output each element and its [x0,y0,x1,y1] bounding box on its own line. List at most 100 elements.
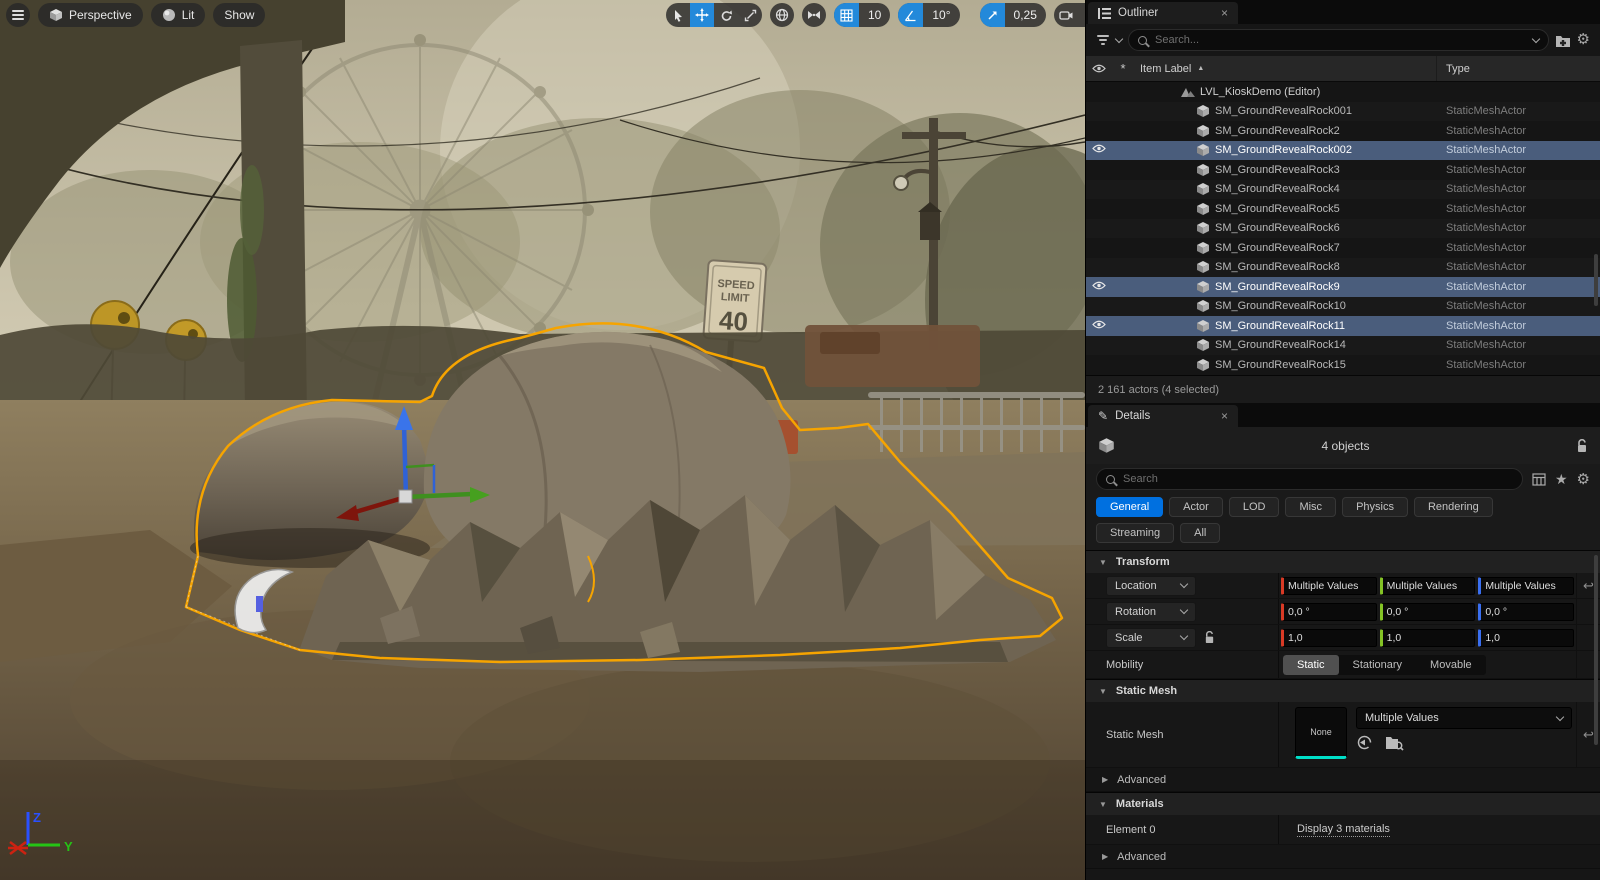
outliner-actor-row[interactable]: SM_GroundRevealRock14 StaticMeshActor [1086,336,1600,356]
outliner-actor-row[interactable]: SM_GroundRevealRock6 StaticMeshActor [1086,219,1600,239]
outliner-actor-row[interactable]: SM_GroundRevealRock2 StaticMeshActor [1086,121,1600,141]
static-mesh-advanced-row[interactable]: ▶ Advanced [1086,768,1600,792]
use-selected-asset-icon[interactable] [1356,734,1373,751]
static-mesh-asset-dropdown[interactable]: Multiple Values [1356,707,1572,729]
eye-icon[interactable] [1092,320,1106,332]
actor-type: StaticMeshActor [1437,281,1600,293]
rotation-snap-value[interactable]: 10° [923,3,959,27]
static-mesh-thumbnail[interactable]: None [1295,707,1347,759]
camera-speed-value: 1 [1079,3,1085,27]
outliner-search[interactable] [1128,29,1549,51]
item-label-column-header[interactable]: Item Label ▲ [1134,56,1437,81]
details-scrollbar[interactable] [1594,555,1598,745]
rotation-y-field[interactable]: 0,0 ° [1380,603,1476,621]
filter-chip[interactable]: General [1096,497,1163,517]
location-x-field[interactable]: Multiple Values [1281,577,1377,595]
filter-chip[interactable]: Rendering [1414,497,1493,517]
outliner-tab[interactable]: Outliner × [1088,2,1238,24]
pin-column-header[interactable]: * [1112,61,1134,76]
static-mesh-icon [1196,242,1210,254]
actor-label: SM_GroundRevealRock10 [1215,300,1346,312]
outliner-actor-row[interactable]: SM_GroundRevealRock8 StaticMeshActor [1086,258,1600,278]
outliner-actor-row[interactable]: SM_GroundRevealRock9 StaticMeshActor [1086,277,1600,297]
rotation-snap-toggle[interactable] [898,3,923,27]
viewport[interactable]: SPEED LIMIT 40 [0,0,1085,880]
location-dropdown[interactable]: Location [1106,576,1196,596]
outliner-actor-row[interactable]: SM_GroundRevealRock5 StaticMeshActor [1086,199,1600,219]
details-tab[interactable]: ✎ Details × [1088,405,1238,427]
rotate-tool-button[interactable] [714,3,738,27]
location-y-field[interactable]: Multiple Values [1380,577,1476,595]
filter-chip[interactable]: All [1180,523,1220,543]
unlock-icon[interactable] [1576,439,1588,453]
static-mesh-section-header[interactable]: ▼ Static Mesh [1086,679,1600,702]
visibility-column-header[interactable] [1086,64,1112,73]
outliner-search-input[interactable] [1153,33,1527,47]
lit-button[interactable]: Lit [151,3,206,27]
mobility-stationary-option[interactable]: Stationary [1339,655,1417,675]
outliner-scrollbar[interactable] [1594,254,1598,306]
scale-z-field[interactable]: 1,0 [1478,629,1574,647]
materials-advanced-row[interactable]: ▶ Advanced [1086,845,1600,869]
scale-dropdown[interactable]: Scale [1106,628,1196,648]
outliner-actor-row[interactable]: SM_GroundRevealRock7 StaticMeshActor [1086,238,1600,258]
eye-icon[interactable] [1092,144,1106,156]
camera-speed-control[interactable]: 1 [1054,3,1085,27]
add-folder-icon[interactable] [1555,33,1571,48]
surface-snapping-button[interactable] [802,3,826,27]
materials-section-header[interactable]: ▼ Materials [1086,792,1600,815]
filter-chip[interactable]: Actor [1169,497,1223,517]
actor-type: StaticMeshActor [1437,320,1600,332]
details-search[interactable] [1096,468,1523,490]
outliner-actor-row[interactable]: SM_GroundRevealRock002 StaticMeshActor [1086,141,1600,161]
outliner-actor-row[interactable]: SM_GroundRevealRock11 StaticMeshActor [1086,316,1600,336]
scale-x-field[interactable]: 1,0 [1281,629,1377,647]
details-search-input[interactable] [1121,472,1513,486]
world-space-button[interactable] [770,3,794,27]
display-materials-link[interactable]: Display 3 materials [1297,823,1390,837]
outliner-actor-row[interactable]: SM_GroundRevealRock4 StaticMeshActor [1086,180,1600,200]
type-column-header[interactable]: Type [1437,63,1600,75]
outliner-actor-row[interactable]: SM_GroundRevealRock3 StaticMeshActor [1086,160,1600,180]
rotation-z-field[interactable]: 0,0 ° [1478,603,1574,621]
camera-icon [1054,3,1079,27]
scale-snap-value[interactable]: 0,25 [1005,3,1046,27]
filter-chevron-icon[interactable] [1115,34,1123,42]
search-options-chevron-icon[interactable] [1531,34,1539,42]
move-tool-button[interactable] [690,3,714,27]
select-tool-button[interactable] [666,3,690,27]
transform-section-header[interactable]: ▼ Transform [1086,550,1600,573]
location-z-field[interactable]: Multiple Values [1478,577,1574,595]
outliner-settings-gear-icon[interactable]: ⚙ [1577,33,1590,47]
grid-snap-toggle[interactable] [834,3,859,27]
details-close-icon[interactable]: × [1221,409,1228,423]
outliner-level-row[interactable]: LVL_KioskDemo (Editor) [1086,82,1600,102]
rotation-x-field[interactable]: 0,0 ° [1281,603,1377,621]
outliner-close-icon[interactable]: × [1221,6,1228,20]
scale-snap-toggle[interactable] [980,3,1005,27]
rotation-dropdown[interactable]: Rotation [1106,602,1196,622]
viewport-menu-button[interactable] [6,3,30,27]
scale-unlock-icon[interactable] [1204,631,1215,644]
eye-icon[interactable] [1092,281,1106,293]
filter-chip[interactable]: LOD [1229,497,1280,517]
grid-snap-value[interactable]: 10 [859,3,890,27]
show-button[interactable]: Show [213,3,265,27]
filter-chip[interactable]: Physics [1342,497,1408,517]
browse-to-asset-icon[interactable] [1385,735,1404,751]
scale-y-field[interactable]: 1,0 [1380,629,1476,647]
outliner-actor-row[interactable]: SM_GroundRevealRock001 StaticMeshActor [1086,102,1600,122]
favorites-star-icon[interactable]: ★ [1555,471,1568,488]
filter-icon[interactable] [1096,35,1110,45]
filter-chip[interactable]: Streaming [1096,523,1174,543]
outliner-panel: Outliner × ⚙ [1086,0,1600,403]
details-settings-gear-icon[interactable]: ⚙ [1577,470,1590,488]
display-options-icon[interactable] [1532,473,1546,486]
mobility-movable-option[interactable]: Movable [1416,655,1486,675]
outliner-actor-row[interactable]: SM_GroundRevealRock15 StaticMeshActor [1086,355,1600,375]
mobility-static-option[interactable]: Static [1283,655,1339,675]
filter-chip[interactable]: Misc [1285,497,1336,517]
perspective-button[interactable]: Perspective [38,3,143,27]
scale-tool-button[interactable] [738,3,762,27]
outliner-actor-row[interactable]: SM_GroundRevealRock10 StaticMeshActor [1086,297,1600,317]
